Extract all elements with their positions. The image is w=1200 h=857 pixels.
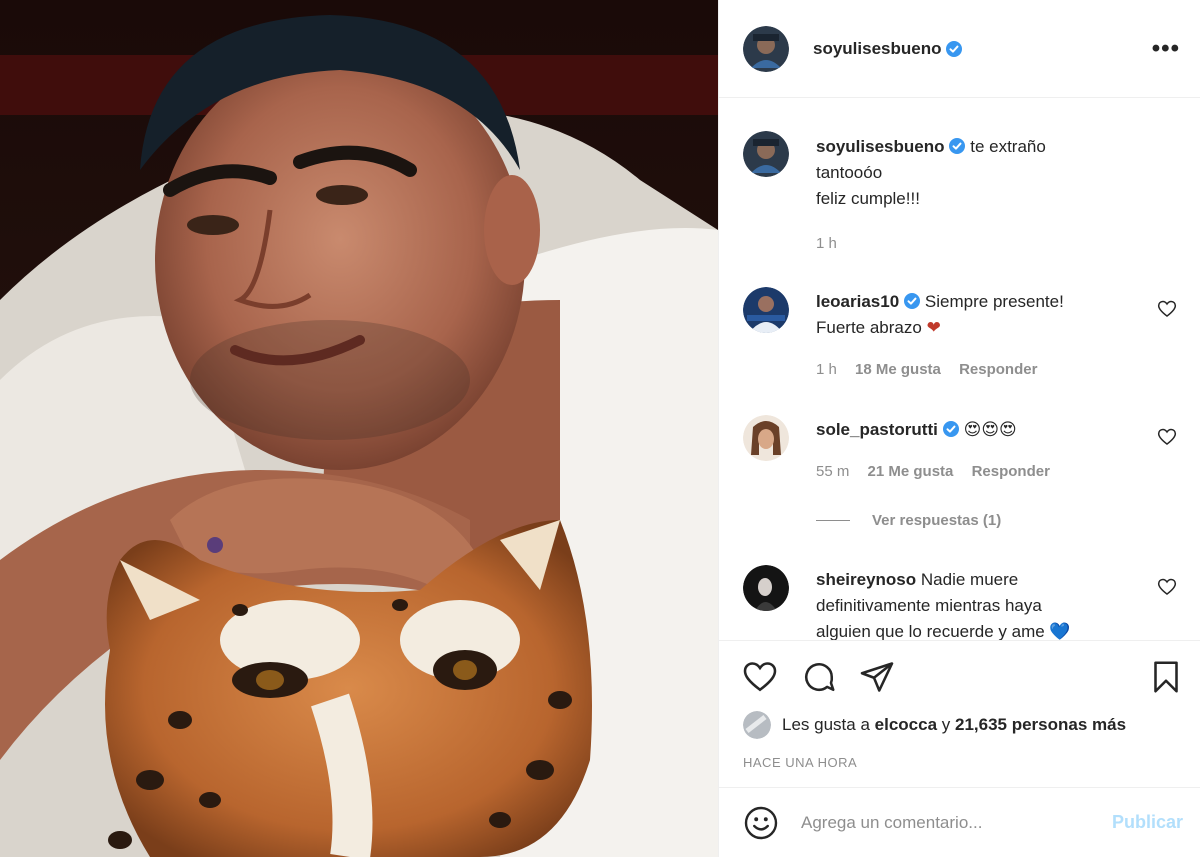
comment-line-1: 😍😍😍 [963,420,1017,439]
comments-list[interactable]: soyulisesbueno te extraño tantooóo feliz… [719,99,1200,640]
comment-text: leoarias10 Siempre presente! Fuerte abra… [816,289,1136,341]
verified-badge-icon [904,293,921,309]
caption-line-3: feliz cumple!!! [816,189,920,208]
verified-badge-icon [942,421,959,437]
comment-line-2: Fuerte abrazo [816,318,922,337]
likes-count[interactable]: 21,635 personas más [955,715,1126,735]
author-avatar[interactable] [743,25,789,72]
post-photo-illustration [0,0,718,857]
comment-icon[interactable] [801,659,837,695]
publish-button[interactable]: Publicar [1112,812,1183,833]
commenter-avatar[interactable] [743,415,789,461]
comment-line-1: Nadie muere [920,570,1019,589]
commenter-username[interactable]: sole_pastorutti [816,420,938,439]
comment-heart-icon[interactable] [1157,299,1177,319]
author-username[interactable]: soyulisesbueno [813,39,941,59]
comment-line-3: alguien que lo recuerde y ame 💙 [816,622,1071,640]
comment-text: sheireynoso Nadie muere definitivamente … [816,567,1136,640]
comment-heart-icon[interactable] [1157,577,1177,597]
comment-likes-count[interactable]: 18 Me gusta [855,361,941,378]
caption-username[interactable]: soyulisesbueno [816,137,944,156]
comment-time[interactable]: 55 m [816,463,849,480]
caption-line-1: te extraño [970,137,1046,156]
comment-meta: 55 m 21 Me gusta Responder [816,463,1064,480]
caption-line-2: tantooóo [816,163,883,182]
add-comment-bar: Publicar [719,787,1200,857]
comment-line-2: definitivamente mientras haya [816,596,1042,615]
smiley-icon[interactable] [743,805,779,841]
paper-plane-icon[interactable] [859,659,895,695]
commenter-avatar[interactable] [743,287,789,333]
comment-text: sole_pastorutti 😍😍😍 [816,417,1136,443]
more-options-icon[interactable]: ••• [1152,36,1180,61]
view-replies-button[interactable]: Ver respuestas (1) [816,512,1001,529]
post-actions: Les gusta a elcocca y 21,635 personas má… [719,640,1200,787]
comment-item: leoarias10 Siempre presente! Fuerte abra… [743,287,1183,387]
instagram-post: soyulisesbueno ••• soyulisesbueno te ext… [0,0,1200,857]
likes-connector: y [941,715,951,734]
post-photo[interactable] [0,0,718,857]
comment-heart-icon[interactable] [1157,427,1177,447]
liker-avatar [743,711,771,739]
caption-text: soyulisesbueno te extraño tantooóo feliz… [816,134,1136,212]
red-heart-emoji: ❤ [926,318,941,337]
commenter-username[interactable]: sheireynoso [816,570,916,589]
comment-input[interactable] [801,812,1081,833]
reply-button[interactable]: Responder [972,463,1050,480]
verified-badge-icon [946,40,963,57]
comment-meta: 1 h 18 Me gusta Responder [816,361,1051,378]
comment-time[interactable]: 1 h [816,361,837,378]
verified-badge-icon [949,138,966,154]
caption-time[interactable]: 1 h [816,235,837,252]
comment-likes-count[interactable]: 21 Me gusta [868,463,954,480]
likes-prefix: Les gusta a [782,715,870,734]
commenter-avatar[interactable] [743,565,789,611]
commenter-username[interactable]: leoarias10 [816,292,899,311]
caption-meta: 1 h [816,235,851,252]
post-timestamp[interactable]: HACE UNA HORA [743,755,857,770]
post-header: soyulisesbueno ••• [719,0,1200,98]
likes-summary[interactable]: Les gusta a elcocca y 21,635 personas má… [743,711,1126,739]
heart-icon[interactable] [742,659,778,695]
comment-line-1: Siempre presente! [924,292,1064,311]
reply-button[interactable]: Responder [959,361,1037,378]
view-replies-divider [816,520,850,521]
post-caption: soyulisesbueno te extraño tantooóo feliz… [743,131,1183,261]
post-details-panel: soyulisesbueno ••• soyulisesbueno te ext… [718,0,1200,857]
bookmark-icon[interactable] [1148,659,1184,695]
likes-user[interactable]: elcocca [875,715,937,735]
caption-author-avatar[interactable] [743,131,789,177]
comment-item: sheireynoso Nadie muere definitivamente … [743,565,1183,640]
view-replies-label: Ver respuestas (1) [872,512,1002,529]
